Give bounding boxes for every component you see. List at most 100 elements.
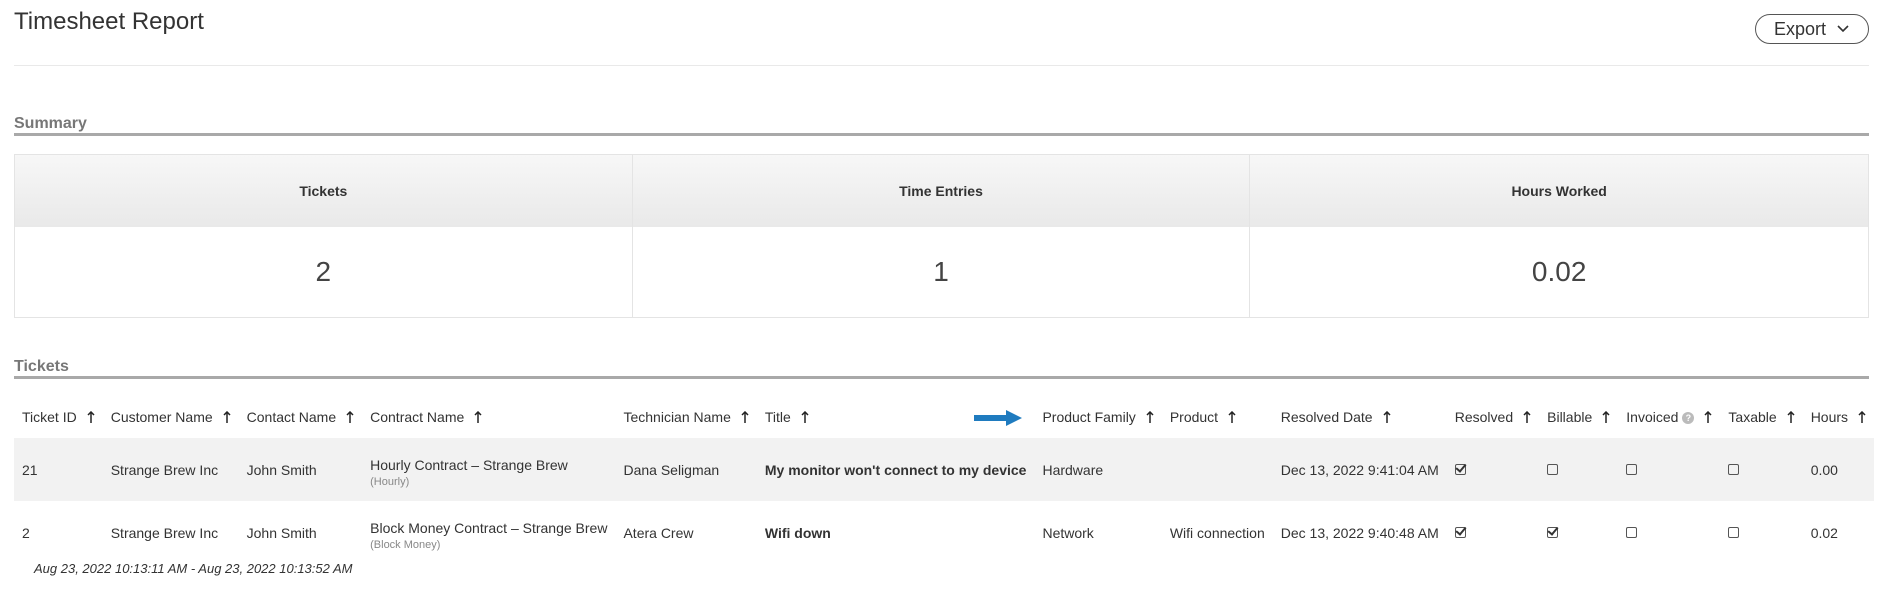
- resolved-date-cell: Dec 13, 2022 9:40:48 AM: [1280, 524, 1439, 541]
- ticket-id-cell: 2: [22, 524, 30, 541]
- sort-arrow-icon[interactable]: [1787, 411, 1795, 423]
- customer-cell: Strange Brew Inc: [110, 524, 219, 541]
- column-header-label: Title: [764, 409, 791, 425]
- sort-arrow-icon[interactable]: [346, 411, 354, 423]
- export-label: Export: [1773, 18, 1827, 39]
- sort-arrow-icon[interactable]: [87, 411, 95, 423]
- export-button[interactable]: Export: [1755, 14, 1869, 44]
- column-header[interactable]: Resolved Date: [1273, 396, 1447, 438]
- summary-hours-worked: Hours Worked 0.02: [1250, 155, 1868, 317]
- table-row[interactable]: 21 Strange Brew Inc John Smith Hourly Contr…: [14, 438, 1875, 501]
- resolved-date-cell: Dec 13, 2022 9:41:04 AM: [1280, 461, 1439, 478]
- column-header[interactable]: Hours: [1803, 396, 1874, 438]
- summary-rule: [14, 133, 1869, 136]
- product-cell: [1162, 438, 1273, 501]
- sort-arrow-icon[interactable]: [223, 411, 231, 423]
- product-family-cell: Network: [1042, 524, 1094, 541]
- column-header-label: Taxable: [1728, 409, 1777, 425]
- contract-type: (Block Money): [370, 539, 441, 551]
- sort-arrow-icon[interactable]: [1858, 411, 1866, 423]
- column-header-label: Hours: [1810, 409, 1849, 425]
- taxable-cell: [1720, 501, 1802, 564]
- column-header-label: Contact Name: [246, 409, 337, 425]
- column-header-label: Resolved Date: [1280, 409, 1373, 425]
- contract-type: (Hourly): [370, 476, 410, 488]
- billable-cell: [1539, 501, 1618, 564]
- sort-arrow-icon[interactable]: [1523, 411, 1531, 423]
- resolved-checkbox[interactable]: [1454, 463, 1466, 475]
- taxable-checkbox[interactable]: [1728, 463, 1740, 475]
- column-header[interactable]: Product Family: [1034, 396, 1161, 438]
- summary-tickets: Tickets 2: [15, 155, 633, 317]
- summary-time-entries: Time Entries 1: [632, 155, 1251, 317]
- help-icon[interactable]: ?: [1682, 412, 1695, 424]
- column-header-label: Product Family: [1042, 409, 1136, 425]
- ticket-id-cell: 21: [22, 461, 38, 478]
- resolved-checkbox[interactable]: [1454, 526, 1466, 538]
- summary-value: 1: [933, 256, 949, 287]
- column-header[interactable]: Ticket ID: [14, 396, 103, 438]
- column-header[interactable]: Taxable: [1720, 396, 1802, 438]
- summary-heading: Summary: [14, 115, 87, 132]
- sort-arrow-icon[interactable]: [1602, 411, 1610, 423]
- tickets-table: Ticket ID Customer Name Contact Name Contra…: [14, 396, 1875, 564]
- contact-cell: John Smith: [246, 461, 317, 478]
- title-cell[interactable]: My monitor won't connect to my device: [757, 438, 1035, 501]
- chevron-down-icon: [1837, 25, 1849, 33]
- sort-arrow-icon[interactable]: [741, 411, 749, 423]
- column-header[interactable]: Product: [1162, 396, 1273, 438]
- column-header-label: Contract Name: [370, 409, 465, 425]
- table-row[interactable]: 2 Strange Brew Inc John Smith Block Money C…: [14, 501, 1874, 564]
- invoiced-checkbox[interactable]: [1626, 526, 1638, 538]
- sort-arrow-icon[interactable]: [474, 411, 482, 423]
- invoiced-checkbox[interactable]: [1626, 463, 1638, 475]
- product-family-cell: Hardware: [1042, 461, 1104, 478]
- sort-arrow-icon[interactable]: [801, 411, 809, 423]
- column-header[interactable]: Billable: [1539, 396, 1618, 438]
- contact-cell: John Smith: [246, 524, 317, 541]
- billable-checkbox[interactable]: [1547, 463, 1559, 475]
- summary-label: Time Entries: [632, 155, 1250, 227]
- technician-cell: Atera Crew: [623, 524, 694, 541]
- column-header-label: Invoiced: [1626, 409, 1679, 425]
- column-header-label: Technician Name: [623, 409, 731, 425]
- contract-cell: Hourly Contract – Strange Brew (Hourly): [362, 438, 615, 501]
- customer-cell: Strange Brew Inc: [110, 461, 219, 478]
- title-cell[interactable]: Wifi down: [757, 501, 1035, 564]
- pointer-arrow-icon: [974, 410, 1022, 426]
- date-range: Aug 23, 2022 10:13:11 AM - Aug 23, 2022 …: [34, 561, 353, 576]
- column-header[interactable]: Resolved: [1447, 396, 1539, 438]
- sort-arrow-icon[interactable]: [1704, 411, 1712, 423]
- invoiced-cell: [1618, 438, 1720, 501]
- table-header-row: Ticket ID Customer Name Contact Name Contra…: [14, 396, 1874, 438]
- sort-arrow-icon[interactable]: [1146, 411, 1154, 423]
- contract-name: Block Money Contract – Strange Brew: [370, 520, 608, 536]
- hours-cell: 0.02: [1810, 524, 1838, 541]
- column-header[interactable]: Customer Name: [103, 396, 239, 438]
- hours-cell: 0.00: [1810, 461, 1838, 478]
- contract-cell: Block Money Contract – Strange Brew (Bloc…: [362, 501, 615, 564]
- sort-arrow-icon[interactable]: [1228, 411, 1236, 423]
- summary-panel: Tickets 2 Time Entries 1 Hours Worked 0.…: [14, 154, 1869, 318]
- header-divider: [14, 65, 1869, 66]
- column-header-label: Resolved: [1454, 409, 1514, 425]
- column-header[interactable]: Contract Name: [362, 396, 615, 438]
- column-header[interactable]: Technician Name: [615, 396, 756, 438]
- column-header[interactable]: Invoiced?: [1618, 396, 1720, 438]
- invoiced-cell: [1618, 501, 1720, 564]
- tickets-rule: [14, 376, 1869, 379]
- summary-label: Tickets: [15, 155, 632, 227]
- billable-cell: [1539, 438, 1618, 501]
- column-header[interactable]: Contact Name: [239, 396, 362, 438]
- technician-cell: Dana Seligman: [623, 461, 720, 478]
- column-header-label: Customer Name: [110, 409, 213, 425]
- resolved-cell: [1447, 501, 1539, 564]
- billable-checkbox[interactable]: [1547, 526, 1559, 538]
- summary-value: 0.02: [1531, 256, 1587, 287]
- summary-label: Hours Worked: [1250, 155, 1868, 227]
- tickets-heading: Tickets: [14, 358, 69, 375]
- taxable-checkbox[interactable]: [1728, 526, 1740, 538]
- sort-arrow-icon[interactable]: [1383, 411, 1391, 423]
- column-header-label: Ticket ID: [22, 409, 77, 425]
- taxable-cell: [1720, 438, 1802, 501]
